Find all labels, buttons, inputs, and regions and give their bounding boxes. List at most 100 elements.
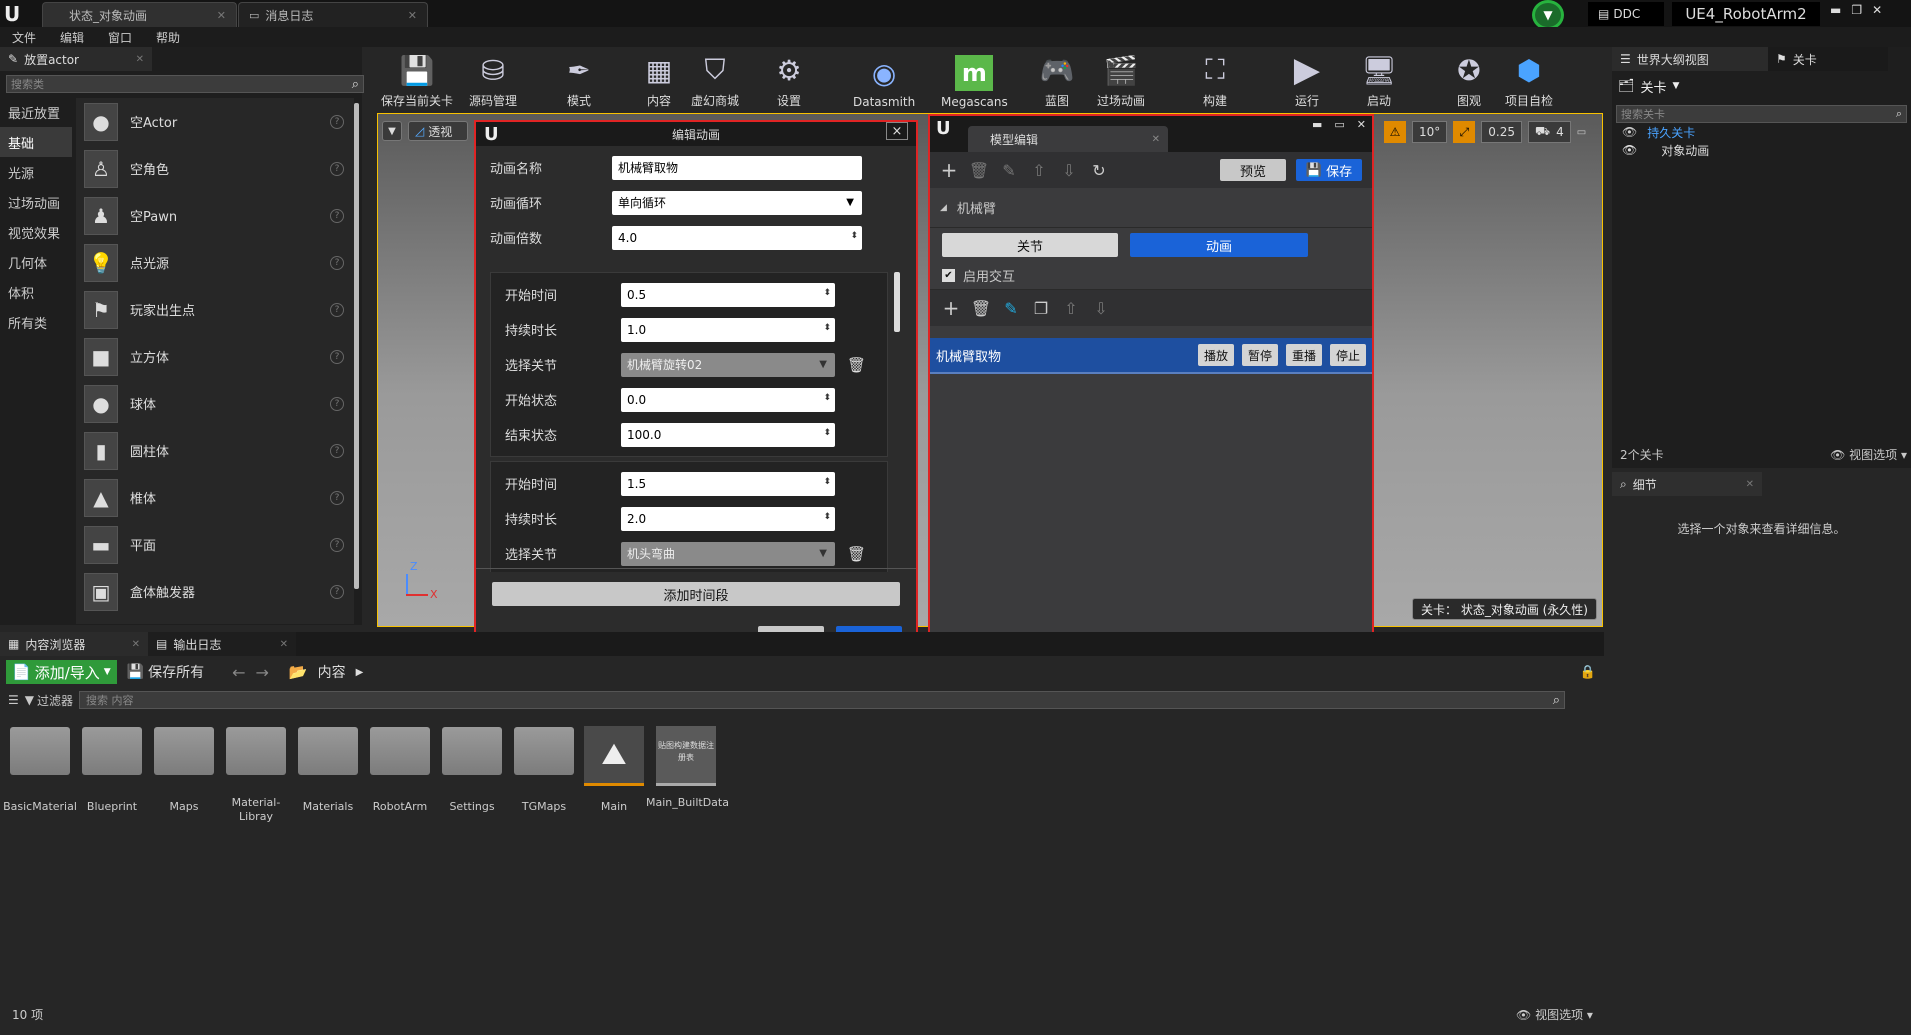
level-search-input[interactable]: 搜索关卡 ⌕ — [1616, 105, 1907, 123]
search-icon[interactable]: ⌕ — [1896, 107, 1902, 121]
save-button[interactable]: 💾 保存 — [1296, 159, 1362, 181]
maximize-icon[interactable]: ▭ — [1334, 118, 1344, 131]
lock-icon[interactable]: 🔒 — [1580, 665, 1596, 680]
actor-item-empty-character[interactable]: ♙ 空角色? — [76, 145, 354, 192]
close-icon[interactable]: × — [886, 122, 908, 140]
sources-toggle-icon[interactable]: ☰ — [8, 693, 19, 707]
category-visual-effects[interactable]: 视觉效果 — [0, 217, 72, 247]
category-volumes[interactable]: 体积 — [0, 277, 72, 307]
actor-item-cylinder[interactable]: ▮ 圆柱体? — [76, 427, 354, 474]
help-icon[interactable]: ? — [330, 490, 344, 505]
ddc-indicator[interactable]: ▤ DDC — [1588, 2, 1664, 26]
actor-item-empty-pawn[interactable]: ♟ 空Pawn? — [76, 192, 354, 239]
help-icon[interactable]: ? — [330, 302, 344, 317]
anim-row[interactable]: 机械臂取物 播放 暂停 重播 停止 — [930, 338, 1372, 374]
menu-file[interactable]: 文件 — [0, 29, 48, 46]
pause-button[interactable]: 暂停 — [1241, 344, 1278, 366]
tab-message-log[interactable]: ▭ 消息日志 ✕ — [238, 2, 428, 27]
add-time-segment-button[interactable]: 添加时间段 — [492, 582, 900, 606]
move-down-icon[interactable]: ⇩ — [1054, 161, 1084, 180]
level-row-persistent[interactable]: 👁 持久关卡 — [1612, 123, 1911, 141]
anim-name-input[interactable]: 机械臂取物 — [612, 155, 862, 180]
close-icon[interactable]: ✕ — [1357, 118, 1366, 131]
spin-drag-icon[interactable]: ⬍ — [823, 323, 831, 333]
add-icon[interactable]: + — [934, 158, 964, 182]
edit-pencil-icon[interactable]: ✎ — [994, 161, 1024, 180]
seg2-joint-select[interactable]: 机头弯曲 ▼ — [621, 541, 835, 566]
save-all-button[interactable]: 💾 保存所有 — [127, 662, 204, 682]
levels-dropdown[interactable]: 关卡 — [1641, 77, 1667, 96]
megascans-button[interactable]: m Megascans — [941, 49, 1008, 109]
menu-edit[interactable]: 编辑 — [48, 29, 96, 46]
actor-item-cone[interactable]: ▲ 椎体? — [76, 474, 354, 521]
folder-material-libray[interactable] — [226, 727, 286, 775]
seg1-duration-input[interactable]: 1.0 ⬍ — [621, 317, 835, 342]
tab-world-outliner[interactable]: ☰ 世界大纲视图 — [1612, 47, 1768, 71]
close-icon[interactable]: ✕ — [408, 9, 417, 22]
close-window-icon[interactable]: ✕ — [1872, 3, 1882, 17]
search-icon[interactable]: ⌕ — [352, 77, 359, 92]
viewport-options-button[interactable]: ▼ — [382, 121, 402, 141]
help-icon[interactable]: ? — [330, 114, 344, 129]
spin-drag-icon[interactable]: ⬍ — [823, 428, 831, 438]
tab-state-object-anim[interactable]: 状态_对象动画 ✕ — [42, 2, 237, 27]
project-check-button[interactable]: ⬢ 项目自检 — [1505, 49, 1553, 109]
modes-button[interactable]: ✒ 模式 — [559, 49, 599, 109]
spin-drag-icon[interactable]: ⬍ — [823, 393, 831, 403]
eye-icon[interactable]: 👁 — [1622, 125, 1637, 139]
warning-icon[interactable]: ⚠ — [1384, 121, 1406, 143]
move-up-icon[interactable]: ⇧ — [1024, 161, 1054, 180]
place-actor-tab[interactable]: ✎ 放置actor ✕ — [0, 47, 152, 71]
actor-item-empty-actor[interactable]: ● 空Actor? — [76, 98, 354, 145]
source-control-button[interactable]: ⛁ 源码管理 — [469, 49, 517, 109]
help-icon[interactable]: ? — [330, 208, 344, 223]
tab-animation[interactable]: 动画 — [1130, 233, 1308, 257]
play-button[interactable]: ▶ 运行 — [1287, 49, 1327, 109]
model-edit-tab[interactable]: 模型编辑 ✕ — [968, 126, 1168, 152]
eye-icon[interactable]: 👁 — [1622, 143, 1637, 157]
category-all-classes[interactable]: 所有类 — [0, 307, 72, 337]
spin-drag-icon[interactable]: ⬍ — [850, 231, 858, 241]
close-icon[interactable]: ✕ — [136, 54, 144, 65]
build-button[interactable]: ⛶ 构建 — [1195, 49, 1235, 109]
seg1-end-state-input[interactable]: 100.0 ⬍ — [621, 422, 835, 447]
scale-snap[interactable]: 0.25 — [1481, 121, 1522, 143]
blueprints-button[interactable]: 🎮 蓝图 — [1037, 49, 1077, 109]
seg1-start-input[interactable]: 0.5 ⬍ — [621, 282, 835, 307]
actor-item-box-trigger[interactable]: ▣ 盒体触发器? — [76, 568, 354, 615]
category-recent[interactable]: 最近放置 — [0, 97, 72, 127]
help-icon[interactable]: ? — [330, 537, 344, 552]
folder-blueprint[interactable] — [82, 727, 142, 775]
marketplace-button[interactable]: ⛉ 虚幻商城 — [691, 49, 739, 109]
tab-levels[interactable]: ⚑ 关卡 — [1768, 47, 1888, 71]
path-chevron-icon[interactable]: ▶ — [356, 667, 364, 678]
close-icon[interactable]: ✕ — [280, 639, 288, 650]
content-view-options-button[interactable]: 👁 视图选项 ▾ — [1516, 1006, 1593, 1023]
close-icon[interactable]: ✕ — [1152, 134, 1160, 145]
seg1-joint-select[interactable]: 机械臂旋转02 ▼ — [621, 352, 835, 377]
menu-window[interactable]: 窗口 — [96, 29, 144, 46]
seg2-duration-input[interactable]: 2.0 ⬍ — [621, 506, 835, 531]
actor-item-plane[interactable]: ▬ 平面? — [76, 521, 354, 568]
tuguan-button[interactable]: ✪ 图观 — [1449, 49, 1489, 109]
trash-icon[interactable]: 🗑 — [847, 356, 866, 374]
tree-root-row[interactable]: ◢ 机械臂 — [930, 188, 1372, 228]
seg1-start-state-input[interactable]: 0.0 ⬍ — [621, 387, 835, 412]
camera-speed[interactable]: ⛟ 4 — [1528, 121, 1571, 143]
filters-button[interactable]: ▼ 过滤器 — [25, 692, 73, 709]
edit-pencil-icon[interactable]: ✎ — [996, 299, 1026, 318]
help-icon[interactable]: ? — [330, 255, 344, 270]
help-icon[interactable]: ? — [330, 161, 344, 176]
trash-icon[interactable]: 🗑 — [847, 545, 866, 563]
back-arrow-icon[interactable]: ← — [232, 663, 245, 682]
close-icon[interactable]: ✕ — [217, 9, 226, 22]
add-icon[interactable]: + — [936, 296, 966, 320]
tab-output-log[interactable]: ▤ 输出日志 ✕ — [148, 632, 296, 656]
menu-help[interactable]: 帮助 — [144, 29, 192, 46]
close-icon[interactable]: ✕ — [1746, 479, 1754, 490]
help-icon[interactable]: ? — [330, 396, 344, 411]
view-options-button[interactable]: 👁 视图选项 ▾ — [1830, 446, 1907, 463]
source-control-status-icon[interactable]: ▼ — [1532, 0, 1564, 30]
spin-drag-icon[interactable]: ⬍ — [823, 288, 831, 298]
actor-item-sphere[interactable]: ● 球体? — [76, 380, 354, 427]
